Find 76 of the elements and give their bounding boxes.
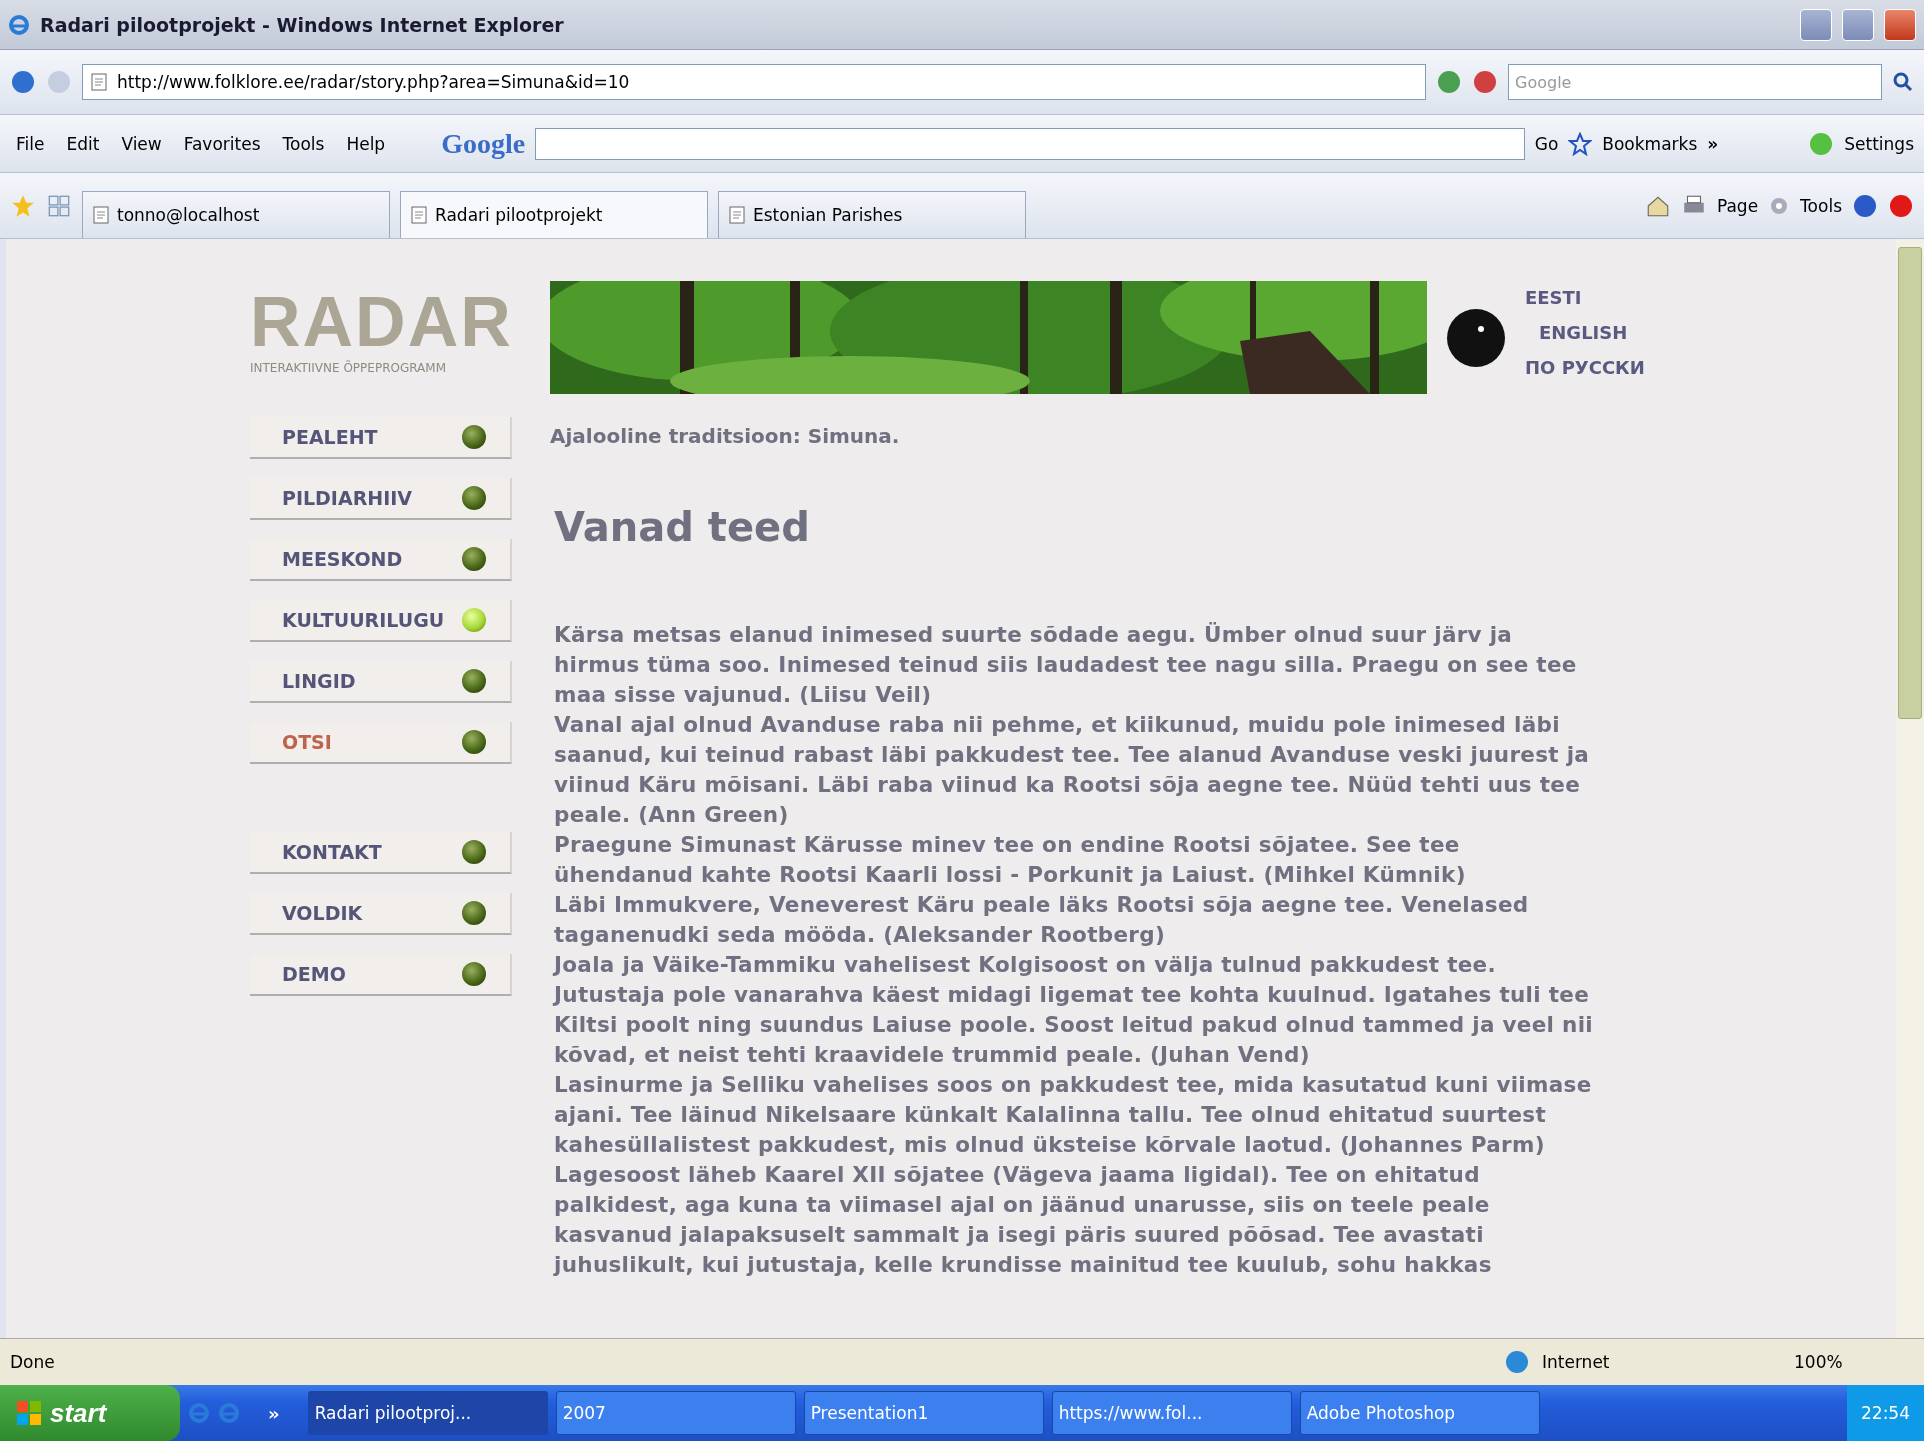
story-paragraph: Läbi Immukvere, Veneverest Käru peale läks Rootsi sõja aegne tee. Venelased taganenudki seda mööda. (Aleksander Rootberg)	[554, 891, 1530, 949]
google-logo: Google	[441, 127, 526, 160]
nav-item[interactable]: OTSI	[250, 722, 512, 764]
language-link[interactable]: ПО РУССКИ	[1525, 357, 1645, 378]
nav-item[interactable]: KULTUURILUGU	[250, 600, 512, 642]
record-button[interactable]	[1888, 192, 1914, 219]
url-text: http://www.folklore.ee/radar/story.php?area=Simuna&id=10	[117, 72, 630, 92]
toolbar-search-field[interactable]	[535, 127, 1525, 160]
menu-item[interactable]: Edit	[60, 133, 106, 154]
page-icon	[89, 72, 109, 92]
breadcrumb: Ajalooline traditsioon: Simuna.	[550, 424, 901, 448]
browser-tab[interactable]: tonno@localhost	[82, 191, 390, 238]
sphere-icon	[1445, 306, 1507, 369]
menu-item[interactable]: View	[115, 133, 168, 154]
nav-item[interactable]: DEMO	[250, 954, 512, 996]
taskbar-button[interactable]: Presentation1	[803, 1391, 1044, 1435]
search-field[interactable]: Google	[1508, 64, 1882, 100]
nav-item[interactable]: LINGID	[250, 661, 512, 703]
taskbar-button[interactable]: Radari pilootproj...	[307, 1391, 548, 1435]
address-field[interactable]: http://www.folklore.ee/radar/story.php?area=Simuna&id=10	[82, 64, 1426, 100]
nav-item[interactable]: KONTAKT	[250, 832, 512, 874]
page-menu[interactable]: Page	[1716, 195, 1759, 216]
story-paragraph: Lasinurme ja Selliku vahelises soos on pakkudest tee, mida kasutatud kuni viimase ajani. Tee läinud Nikelsaare künkalt Kalalinna tallu. Tee olnud ehitatud suurtest kahesüllalistest pakkudest, mis olnud üksteise kõrvale laotud. (Johannes Parm)	[554, 1071, 1593, 1159]
nav-item[interactable]: PILDIARHIIV	[250, 478, 512, 520]
star-icon	[1568, 131, 1593, 156]
clock: 22:54	[1861, 1403, 1910, 1423]
menu-item[interactable]: Favorites	[177, 133, 267, 154]
language-link[interactable]: EESTI	[1525, 287, 1645, 308]
nav-item[interactable]: VOLDIK	[250, 893, 512, 935]
tools-menu[interactable]: Tools	[1800, 195, 1842, 216]
story-paragraph: Lagesoost läheb Kaarel XII sõjatee (Vägeva jaama ligidal). Tee on ehitatud palkidest, aga kuna ta viimasel ajal on jäänud unarusse, siis on teele peale kasvanud jalapaksuselt sammalt ja isegi päris suured põõsad. Tee avastati juhuslikult, kui jutustaja, kelle krundisse mainitud tee kuulub, sohu hakkas	[554, 1161, 1493, 1279]
browser-icon	[188, 1402, 210, 1424]
restore-button[interactable]	[1842, 8, 1874, 41]
logo-title: RADAR	[250, 287, 513, 357]
browser-tab[interactable]: Estonian Parishes	[718, 191, 1026, 238]
close-button[interactable]	[1884, 8, 1916, 41]
zoom-button[interactable]: 100%	[1794, 1352, 1914, 1372]
menu-item[interactable]: Help	[340, 133, 392, 154]
story-paragraph: Praegune Simunast Kärusse minev tee on endine Rootsi sõjatee. See tee ühendanud kahte Rootsi Kaarli lossi - Porkunit ja Laiust. (Mihkel Kümnik)	[554, 831, 1467, 889]
bookmarks-button[interactable]: Bookmarks	[1602, 133, 1698, 154]
status-dot[interactable]	[1808, 130, 1835, 157]
menu-item[interactable]: Tools	[276, 133, 331, 154]
browser-tab[interactable]: Radari pilootprojekt	[400, 191, 708, 238]
story-paragraph: Kärsa metsas elanud inimesed suurte sõdade aegu. Ümber olnud suur järv ja hirmus tüma soo. Inimesed teinud siis laudadest tee nagu silla. Praegu on see tee maa sisse vajunud. (Liisu Veil)	[554, 621, 1578, 709]
page-icon	[727, 205, 747, 225]
windows-logo-icon	[16, 1400, 42, 1426]
taskbar-button[interactable]: 2007	[555, 1391, 796, 1435]
page-icon	[91, 205, 111, 225]
help-button[interactable]	[1852, 192, 1878, 219]
taskbar-button[interactable]: Adobe Photoshop	[1299, 1391, 1540, 1435]
logo-subtitle: INTERAKTIIVNE ÕPPEPROGRAMM	[250, 361, 446, 375]
status-text: Done	[10, 1352, 56, 1372]
more-button[interactable]: »	[1707, 133, 1719, 154]
back-button[interactable]	[10, 69, 36, 95]
browser-icon	[218, 1402, 240, 1424]
story-paragraph: Joala ja Väike-Tammiku vahelisest Kolgisoost on välja tulnud pakkudest tee. Jutustaja pole vanarahva käest midagi ligemat tee kohta kuulnud. Igatahes tuli tee Kiltsi poolt ning suundus Laiuse poole. Soost leitud pakud olnud tammed ja veel nii kõvad, et neist tehti kraavidele trummid peale. (Juhan Vend)	[554, 951, 1594, 1069]
more-button[interactable]: »	[268, 1402, 280, 1424]
browser-icon	[8, 13, 30, 36]
search-icon[interactable]	[1892, 71, 1914, 93]
go-button[interactable]: Go	[1534, 133, 1559, 154]
refresh-button[interactable]	[1436, 69, 1462, 95]
nav-item[interactable]: MEESKOND	[250, 539, 512, 581]
scrollbar[interactable]	[1896, 239, 1924, 1338]
story-paragraph: Vanal ajal olnud Avanduse raba nii pehme, et kiikunud, muidu pole inimesed läbi saanud, kui teinud rabast läbi pakkudest tee. Tee alanud Avanduse veski juurest ja viinud Käru mõisani. Läbi raba viinud ka Rootsi sõja aegne tee. Nüüd tehti uus tee peale. (Ann Green)	[554, 711, 1591, 829]
settings-button[interactable]: Settings	[1844, 133, 1914, 154]
stop-button[interactable]	[1472, 69, 1498, 95]
page-icon	[409, 205, 429, 225]
zone-text: Internet	[1542, 1352, 1611, 1372]
minimize-button[interactable]	[1800, 8, 1832, 41]
zone-icon[interactable]	[1504, 1349, 1530, 1375]
window-title: Radari pilootprojekt - Windows Internet Explorer	[40, 13, 565, 36]
menu-item[interactable]: File	[10, 133, 51, 154]
nav-item[interactable]: PEALEHT	[250, 417, 512, 459]
language-link[interactable]: ENGLISH	[1539, 322, 1645, 343]
page-heading: Vanad teed	[554, 504, 811, 550]
taskbar-button[interactable]: https://www.fol...	[1051, 1391, 1292, 1435]
